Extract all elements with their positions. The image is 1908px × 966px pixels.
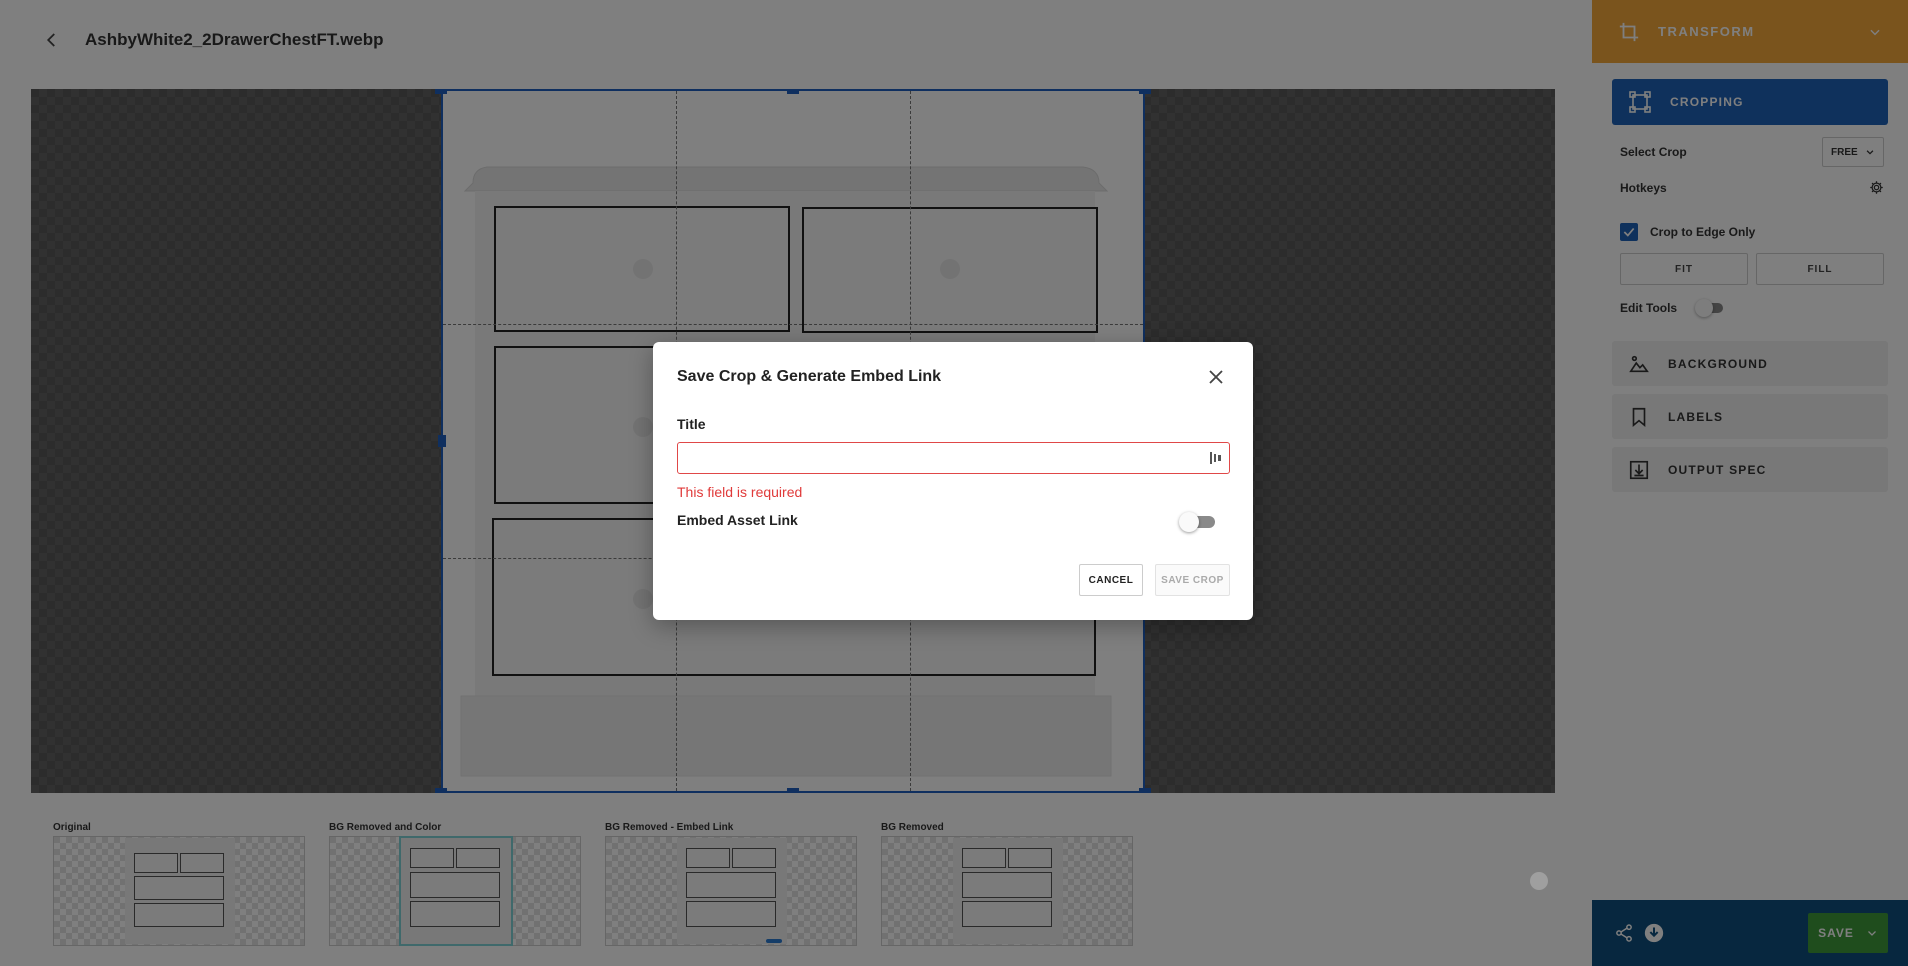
password-manager-icon[interactable] (1209, 450, 1223, 466)
scroll-indicator (1530, 872, 1548, 890)
close-icon (1209, 370, 1223, 384)
title-error-message: This field is required (677, 484, 803, 500)
title-input[interactable] (677, 442, 1230, 474)
save-crop-dialog: Save Crop & Generate Embed Link Title Th… (653, 342, 1253, 620)
dialog-title: Save Crop & Generate Embed Link (677, 368, 942, 385)
save-crop-button[interactable]: SAVE CROP (1155, 564, 1230, 596)
toggle-knob (1179, 512, 1199, 532)
close-button[interactable] (1205, 366, 1227, 388)
cancel-button[interactable]: CANCEL (1079, 564, 1143, 596)
title-field-label: Title (677, 416, 706, 432)
embed-asset-link-toggle[interactable] (1179, 512, 1219, 532)
embed-asset-link-label: Embed Asset Link (677, 512, 798, 528)
